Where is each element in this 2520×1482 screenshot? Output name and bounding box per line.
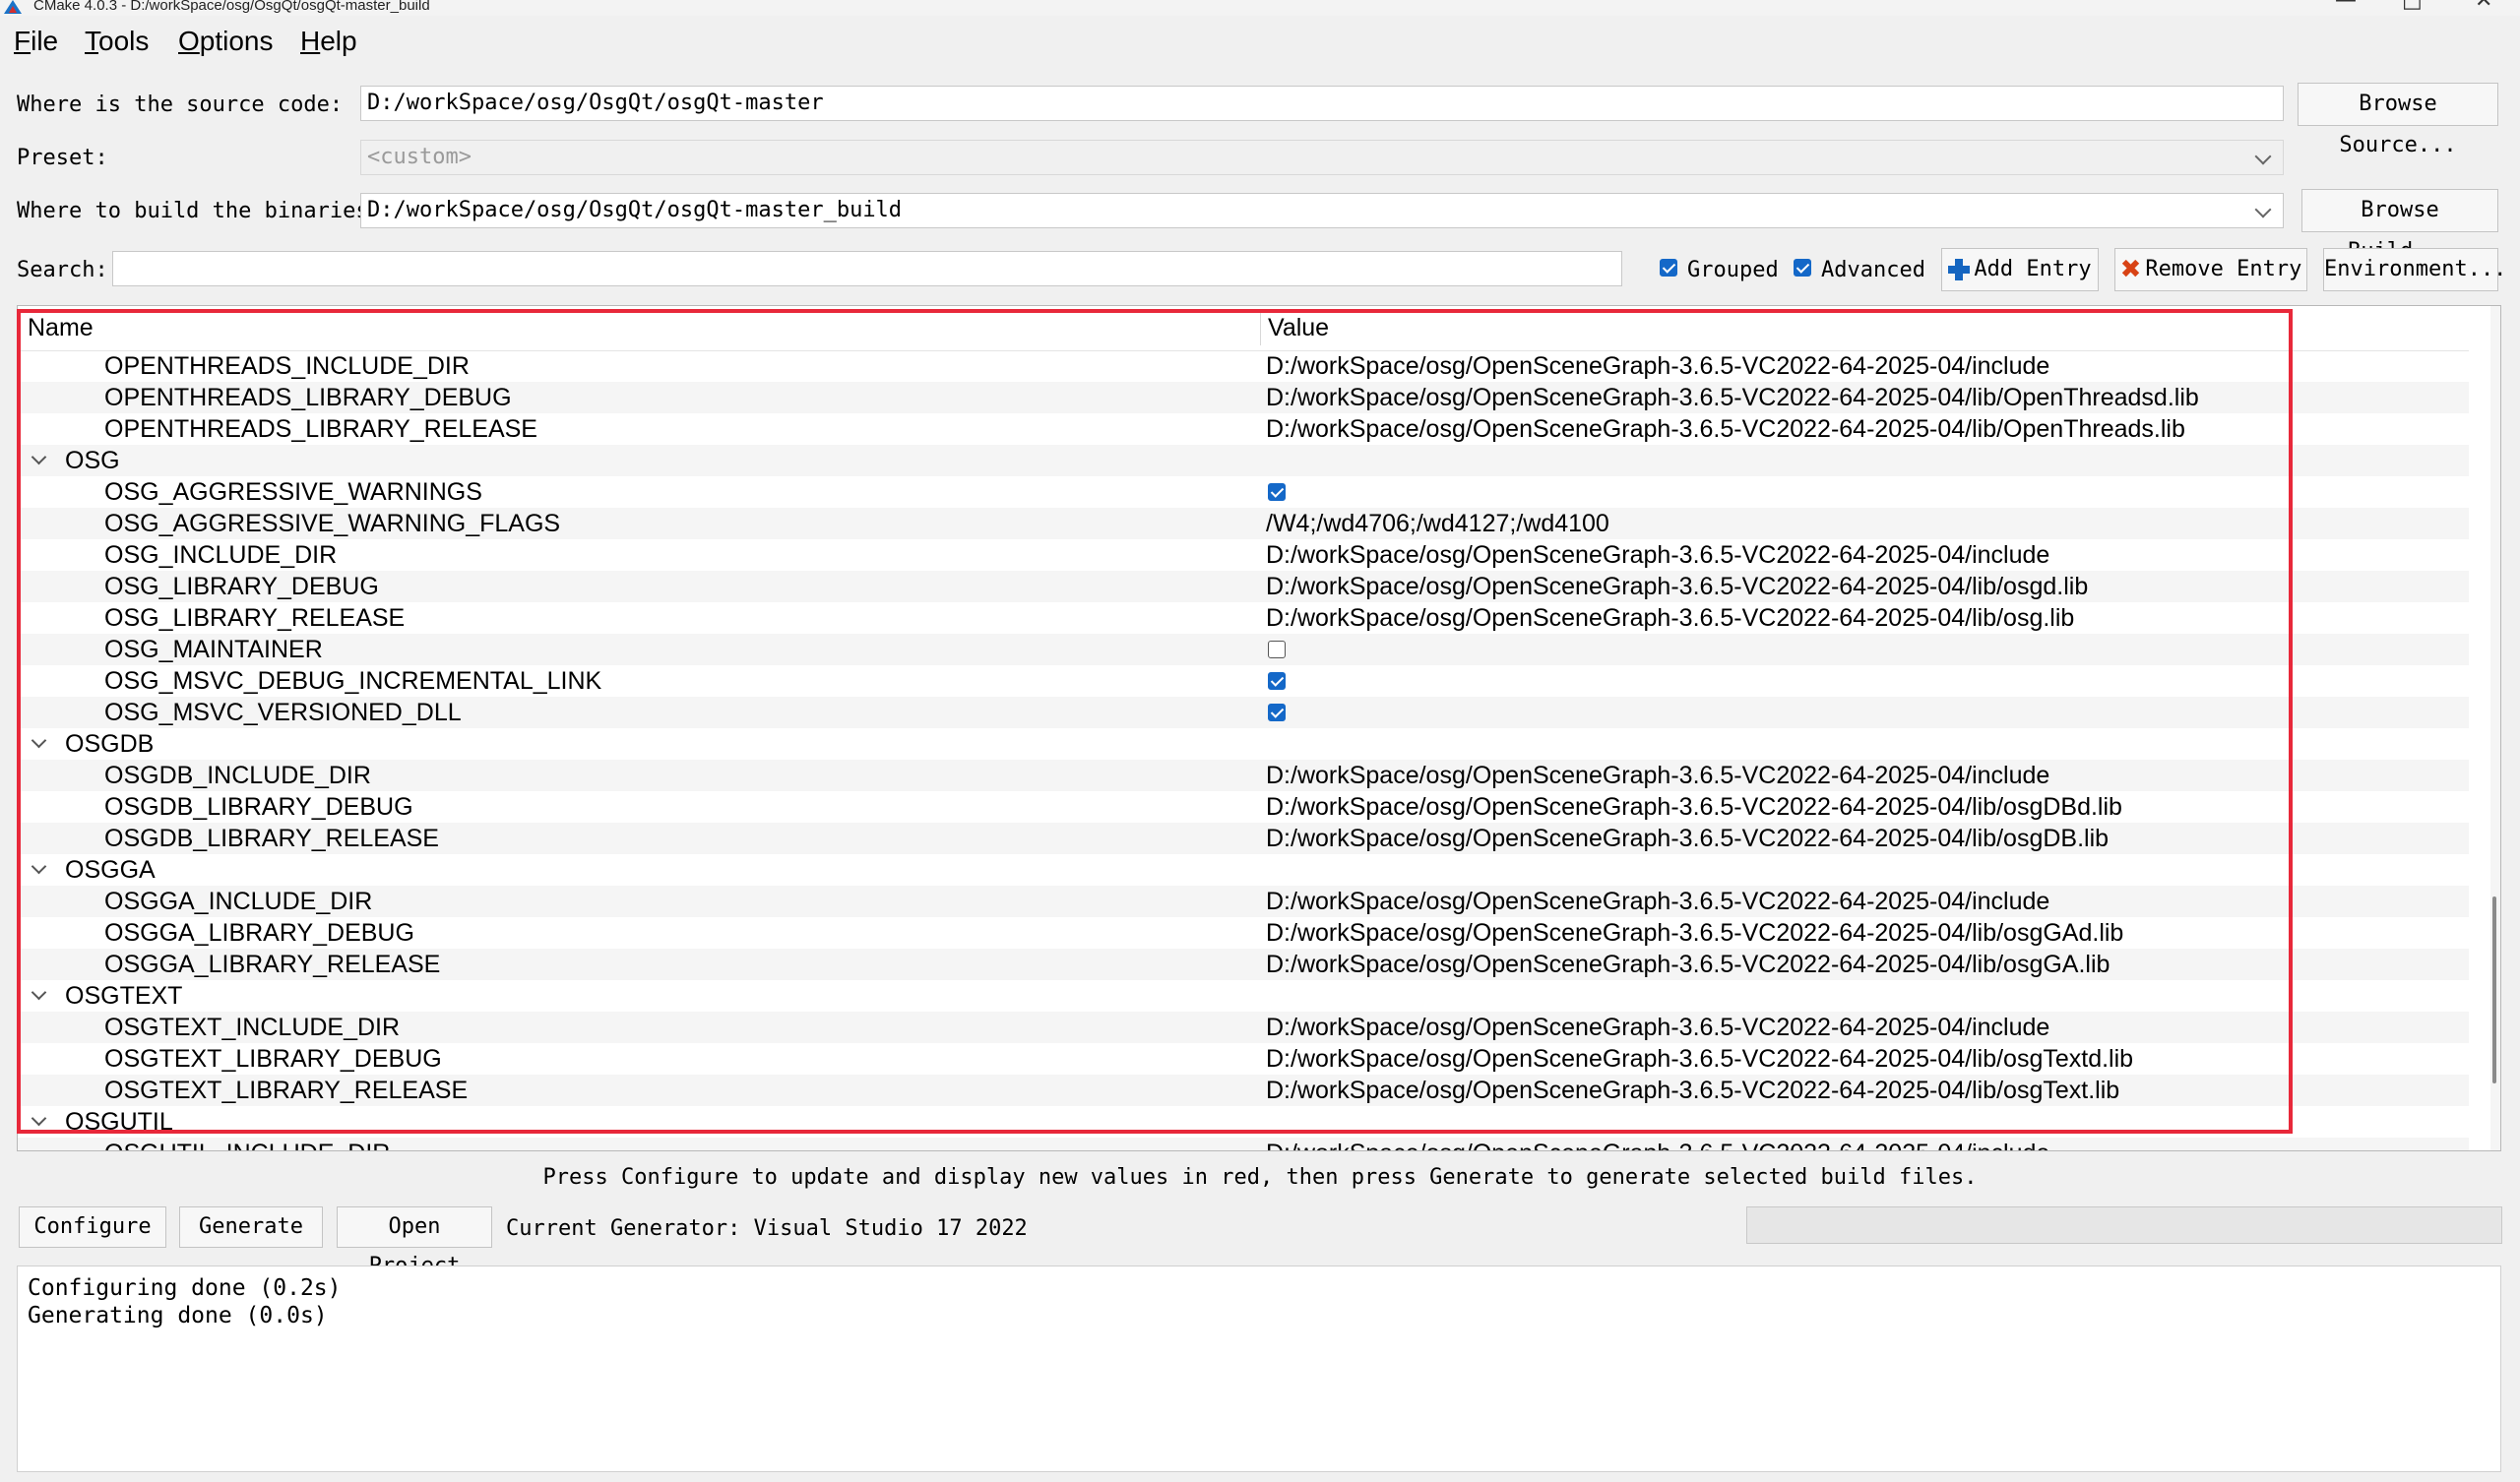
chevron-down-icon (2254, 148, 2272, 165)
row-value[interactable]: D:/workSpace/osg/OpenSceneGraph-3.6.5-VC… (1266, 1138, 2049, 1150)
minimize-button[interactable]: — (2335, 0, 2357, 12)
search-input[interactable] (112, 251, 1622, 286)
row-name: OSGUTIL_INCLUDE_DIR (104, 1138, 390, 1150)
chevron-down-icon (2254, 201, 2272, 218)
add-entry-button[interactable]: Add Entry (1941, 248, 2099, 291)
remove-entry-button[interactable]: ✖ Remove Entry (2114, 248, 2307, 291)
advanced-label: Advanced (1821, 258, 1925, 282)
current-generator: Current Generator: Visual Studio 17 2022 (506, 1216, 1028, 1241)
preset-label: Preset: (17, 146, 108, 170)
title-bar: CMake 4.0.3 - D:/workSpace/osg/OsgQt/osg… (0, 0, 2520, 16)
build-label: Where to build the binaries: (17, 199, 382, 223)
open-project-button[interactable]: Open Project (337, 1206, 492, 1278)
environment-button[interactable]: Environment... (2323, 248, 2506, 291)
menu-tools[interactable]: Tools (85, 26, 149, 57)
grouped-checkbox[interactable] (1660, 259, 1677, 277)
progress-bar (1746, 1206, 2502, 1244)
log-line: Configuring done (0.2s) (28, 1275, 342, 1301)
plus-icon (1948, 259, 1971, 280)
menu-bar: File Tools Options Help (0, 22, 2520, 61)
generate-button[interactable]: Generate (179, 1206, 323, 1248)
table-row[interactable]: OSGUTIL_INCLUDE_DIR D:/workSpace/osg/Open… (18, 1138, 2469, 1150)
advanced-checkbox[interactable] (1794, 259, 1811, 277)
build-path-combo[interactable]: D:/workSpace/osg/OsgQt/osgQt-master_buil… (360, 193, 2284, 228)
output-log[interactable]: Configuring done (0.2s) Generating done … (17, 1266, 2501, 1472)
scrollbar-thumb[interactable] (2492, 896, 2496, 1083)
maximize-button[interactable]: □ (2402, 0, 2423, 12)
configure-button[interactable]: Configure (19, 1206, 166, 1248)
grouped-label: Grouped (1687, 258, 1779, 282)
menu-help[interactable]: Help (300, 26, 357, 57)
cmake-logo-icon (4, 0, 22, 14)
browse-source-button[interactable]: Browse Source... (2298, 83, 2498, 157)
log-line: Generating done (0.0s) (28, 1303, 328, 1328)
hint-text: Press Configure to update and display ne… (542, 1165, 1978, 1190)
menu-options[interactable]: Options (178, 26, 274, 57)
remove-x-icon: ✖ (2119, 255, 2142, 284)
menu-file[interactable]: File (14, 26, 58, 57)
browse-build-button[interactable]: Browse Build... (2301, 189, 2498, 264)
window-title: CMake 4.0.3 - D:/workSpace/osg/OsgQt/osg… (33, 0, 430, 14)
preset-select: <custom> (360, 140, 2284, 175)
vertical-scrollbar[interactable] (2490, 306, 2500, 1150)
source-path-input[interactable]: D:/workSpace/osg/OsgQt/osgQt-master (360, 86, 2284, 121)
search-label: Search: (17, 258, 108, 282)
source-label: Where is the source code: (17, 93, 344, 117)
highlight-box (17, 309, 2293, 1134)
close-button[interactable]: ✕ (2475, 0, 2492, 12)
